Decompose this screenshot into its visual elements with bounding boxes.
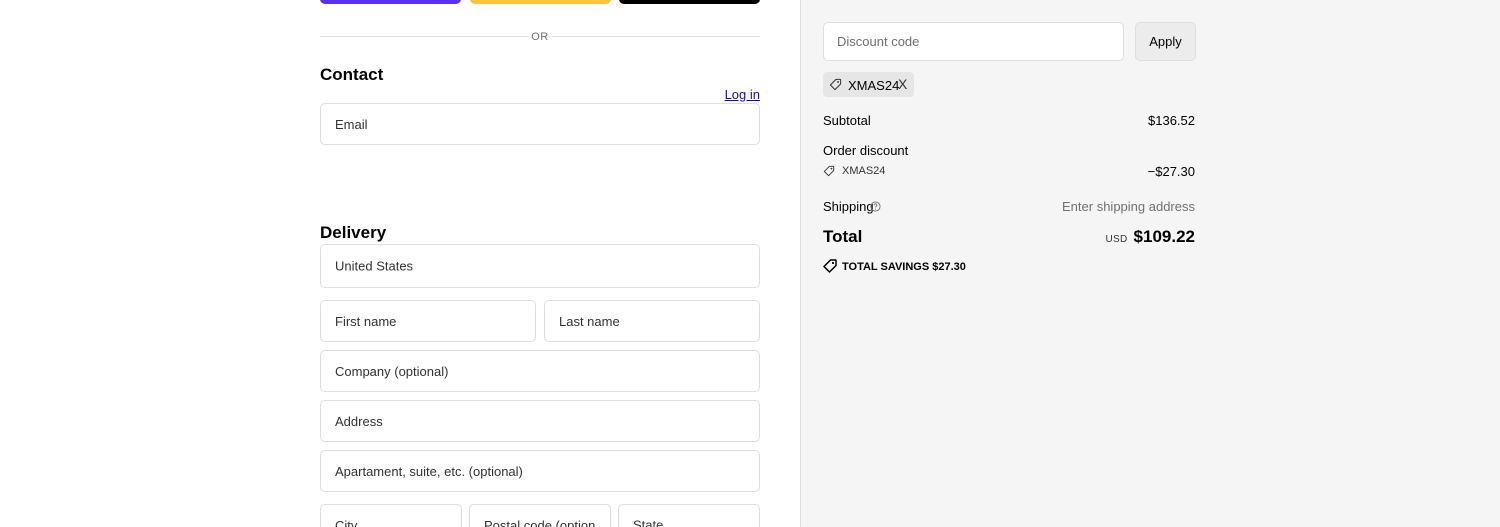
total-savings-text: TOTAL SAVINGS $27.30	[842, 261, 966, 273]
order-discount-label: Order discount	[823, 143, 909, 158]
log-in-link[interactable]: Log in	[700, 87, 760, 102]
first-name-field-container	[320, 300, 536, 342]
or-divider: OR	[320, 30, 760, 44]
total-savings: TOTAL SAVINGS $27.30	[823, 259, 966, 276]
total-label: Total	[823, 227, 863, 246]
company-field[interactable]	[321, 351, 759, 391]
remove-discount-button[interactable]: X	[898, 76, 907, 92]
postal-code-field-container	[469, 504, 611, 527]
contact-heading: Contact	[320, 65, 384, 84]
help-circle-icon[interactable]	[870, 199, 881, 217]
discount-code-field[interactable]	[824, 23, 1123, 60]
discount-code-field-container	[823, 22, 1124, 61]
order-discount-value: −$27.30	[1147, 164, 1195, 179]
apartment-field-container	[320, 450, 760, 492]
paypal-button[interactable]	[470, 0, 611, 4]
address-field-container	[320, 400, 760, 442]
checkout-form-panel: OR Contact Log in Delivery United States…	[0, 0, 800, 527]
first-name-field[interactable]	[321, 301, 535, 341]
total-value: $109.22	[1133, 227, 1195, 246]
state-select-value: State	[633, 517, 664, 527]
city-field-container	[320, 504, 462, 527]
country-select[interactable]: United States	[320, 244, 760, 288]
total-amount: USD $109.22	[1106, 227, 1195, 247]
last-name-field-container	[544, 300, 760, 342]
email-field[interactable]	[321, 104, 759, 144]
applied-discount-code: XMAS24	[848, 78, 900, 93]
shipping-label: Shipping	[823, 199, 874, 214]
applied-discount-chip: XMAS24 X	[823, 72, 914, 97]
country-select-value: United States	[335, 258, 414, 274]
shipping-value: Enter shipping address	[1062, 199, 1195, 214]
savings-tag-icon	[823, 259, 837, 273]
company-field-container	[320, 350, 760, 392]
tag-icon	[829, 78, 842, 96]
apply-discount-button[interactable]: Apply	[1135, 22, 1196, 61]
apartment-field[interactable]	[321, 451, 759, 491]
address-field[interactable]	[321, 401, 759, 441]
state-select[interactable]: State	[618, 504, 760, 527]
subtotal-label: Subtotal	[823, 113, 871, 128]
divider-line-right	[552, 36, 760, 37]
google-pay-button[interactable]	[619, 0, 760, 4]
city-field[interactable]	[321, 505, 461, 527]
postal-code-field[interactable]	[470, 505, 610, 527]
delivery-heading: Delivery	[320, 223, 387, 242]
discount-tag-icon	[823, 164, 835, 182]
last-name-field[interactable]	[545, 301, 759, 341]
order-discount-code: XMAS24	[842, 165, 886, 177]
email-field-container	[320, 103, 760, 145]
shop-pay-button[interactable]	[320, 0, 461, 4]
subtotal-value: $136.52	[1148, 113, 1195, 128]
currency-code: USD	[1105, 234, 1128, 245]
divider-text: OR	[531, 31, 549, 43]
